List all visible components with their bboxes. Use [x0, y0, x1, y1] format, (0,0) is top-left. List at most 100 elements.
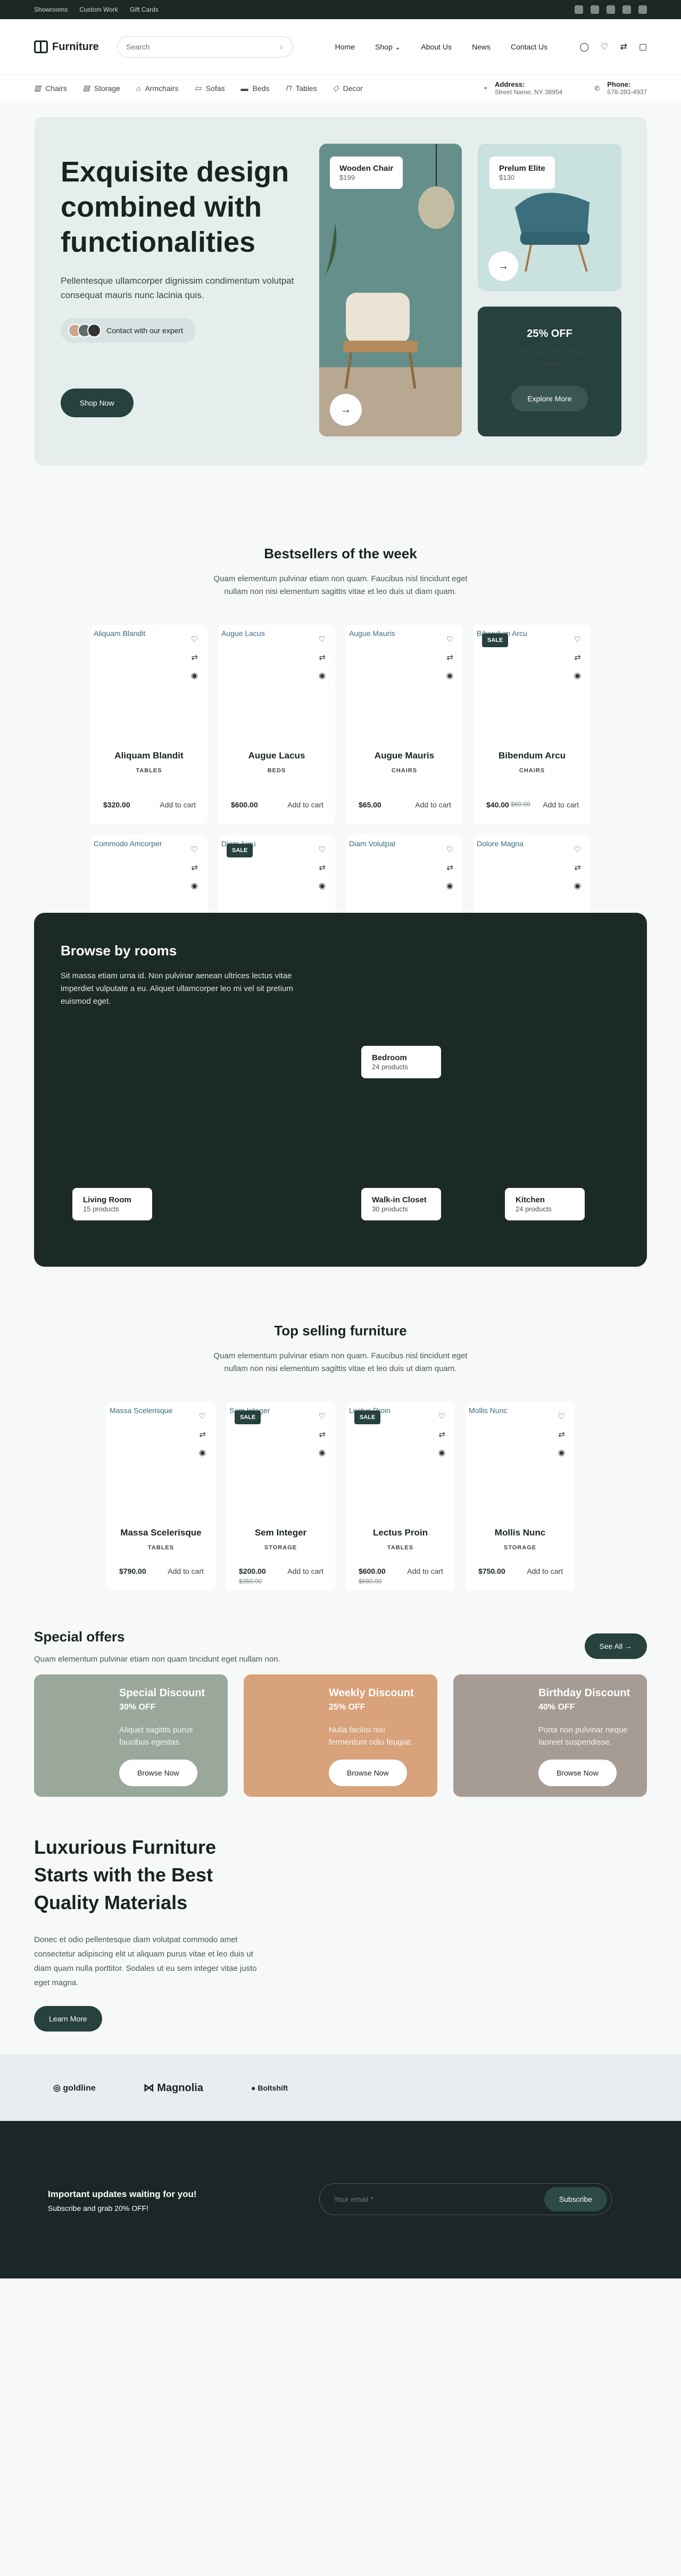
heart-icon[interactable]: ♡	[574, 845, 581, 854]
product-card[interactable]: Aliquam Blandit ♡ ⇄ ◉ Aliquam Blandit TABLES $…	[90, 625, 207, 824]
eye-icon[interactable]: ◉	[446, 671, 453, 680]
heart-icon[interactable]: ♡	[574, 634, 581, 644]
expert-contact[interactable]: Contact with our expert	[61, 318, 196, 343]
eye-icon[interactable]: ◉	[319, 671, 326, 680]
explore-more-button[interactable]: Explore More	[511, 386, 588, 411]
compare-icon[interactable]: ⇄	[319, 653, 326, 662]
heart-icon[interactable]: ♡	[319, 634, 326, 644]
phone-value[interactable]: 578-393-4937	[607, 88, 647, 96]
room-bedroom[interactable]: Bedroom 24 products	[361, 1046, 441, 1078]
room-kitchen[interactable]: Kitchen 24 products	[505, 1188, 585, 1220]
add-to-cart-button[interactable]: Add to cart	[168, 1567, 204, 1575]
heart-icon[interactable]: ♡	[438, 1411, 445, 1421]
add-to-cart-button[interactable]: Add to cart	[287, 800, 323, 809]
pinterest-icon[interactable]	[622, 5, 631, 14]
search-icon[interactable]: ⌕	[279, 43, 284, 52]
compare-icon[interactable]: ⇄	[620, 42, 627, 52]
compare-icon[interactable]: ⇄	[199, 1430, 206, 1439]
search-input[interactable]	[126, 43, 264, 51]
product-image[interactable]	[346, 625, 463, 747]
compare-icon[interactable]: ⇄	[191, 863, 198, 872]
product-card[interactable]: Sem IntegerSALE♡⇄◉Sem IntegerSTORAGE$200…	[226, 1402, 335, 1591]
add-to-cart-button[interactable]: Add to cart	[160, 800, 196, 809]
instagram-icon[interactable]	[591, 5, 599, 14]
see-all-button[interactable]: See All →	[584, 1633, 647, 1659]
heart-icon[interactable]: ♡	[558, 1411, 565, 1421]
product-card[interactable]: Augue Lacus ♡ ⇄ ◉ Augue Lacus BEDS $600.00 Add …	[218, 625, 335, 824]
product-name[interactable]: Sem Integer	[226, 1528, 335, 1538]
custom-work-link[interactable]: Custom Work	[79, 6, 118, 13]
eye-icon[interactable]: ◉	[199, 1448, 206, 1457]
email-field[interactable]	[334, 2195, 525, 2203]
heart-icon[interactable]: ♡	[446, 845, 453, 854]
compare-icon[interactable]: ⇄	[319, 1430, 326, 1439]
heart-icon[interactable]: ♡	[319, 845, 326, 854]
browse-now-button[interactable]: Browse Now	[119, 1760, 197, 1786]
product-card[interactable]: Massa Scelerisque ♡ ⇄ ◉ Massa Scelerisque TAB…	[106, 1402, 215, 1591]
eye-icon[interactable]: ◉	[319, 1448, 326, 1457]
category-decor[interactable]: ◇ Decor	[333, 84, 363, 93]
subscribe-button[interactable]: Subscribe	[544, 2187, 607, 2211]
logo[interactable]: Furniture	[34, 40, 117, 53]
category-sofas[interactable]: ▭ Sofas	[194, 84, 225, 93]
eye-icon[interactable]: ◉	[191, 881, 198, 890]
compare-icon[interactable]: ⇄	[446, 653, 453, 662]
facebook-icon[interactable]	[575, 5, 583, 14]
add-to-cart-button[interactable]: Add to cart	[527, 1567, 563, 1575]
shop-now-button[interactable]: Shop Now	[61, 389, 134, 417]
compare-icon[interactable]: ⇄	[191, 653, 198, 662]
eye-icon[interactable]: ◉	[446, 881, 453, 890]
nav-about[interactable]: About Us	[421, 43, 452, 52]
product-card[interactable]: Lectus ProinSALE♡⇄◉Lectus ProinTABLES$60…	[346, 1402, 455, 1591]
learn-more-button[interactable]: Learn More	[34, 2006, 102, 2032]
add-to-cart-button[interactable]: Add to cart	[407, 1567, 443, 1575]
product-image[interactable]	[218, 625, 335, 747]
heart-icon[interactable]: ♡	[199, 1411, 206, 1421]
heart-icon[interactable]: ♡	[191, 634, 198, 644]
eye-icon[interactable]: ◉	[319, 881, 326, 890]
eye-icon[interactable]: ◉	[574, 671, 581, 680]
category-chairs[interactable]: ▥ Chairs	[34, 84, 67, 93]
showrooms-link[interactable]: Showrooms	[34, 6, 68, 13]
browse-now-button[interactable]: Browse Now	[538, 1760, 617, 1786]
product-name[interactable]: Massa Scelerisque	[106, 1528, 215, 1538]
add-to-cart-button[interactable]: Add to cart	[543, 800, 579, 809]
compare-icon[interactable]: ⇄	[558, 1430, 565, 1439]
user-icon[interactable]: ◯	[579, 42, 589, 52]
gift-cards-link[interactable]: Gift Cards	[130, 6, 159, 13]
nav-shop[interactable]: Shop ⌄	[375, 43, 401, 52]
nav-contact[interactable]: Contact Us	[511, 43, 547, 52]
eye-icon[interactable]: ◉	[558, 1448, 565, 1457]
compare-icon[interactable]: ⇄	[574, 863, 581, 872]
browse-now-button[interactable]: Browse Now	[329, 1760, 407, 1786]
heart-icon[interactable]: ♡	[319, 1411, 326, 1421]
eye-icon[interactable]: ◉	[438, 1448, 445, 1457]
compare-icon[interactable]: ⇄	[438, 1430, 445, 1439]
wooden-chair-card[interactable]: Wooden Chair $199 →	[319, 144, 462, 436]
category-beds[interactable]: ▬ Beds	[241, 84, 270, 93]
heart-icon[interactable]: ♡	[601, 42, 608, 52]
prelum-elite-card[interactable]: Prelum Elite $130 →	[478, 144, 621, 291]
compare-icon[interactable]: ⇄	[446, 863, 453, 872]
add-to-cart-button[interactable]: Add to cart	[287, 1567, 323, 1575]
product-name[interactable]: Mollis Nunc	[466, 1528, 575, 1538]
category-storage[interactable]: ▤ Storage	[83, 84, 120, 93]
category-tables[interactable]: ⊓ Tables	[285, 84, 317, 93]
heart-icon[interactable]: ♡	[446, 634, 453, 644]
product-card[interactable]: Augue Mauris ♡ ⇄ ◉ Augue Mauris CHAIRS $65.00 A…	[346, 625, 463, 824]
arrow-right-icon[interactable]: →	[330, 394, 362, 426]
product-card[interactable]: Bibendum ArcuSALE♡⇄◉Bibendum ArcuCHAIRS$…	[474, 625, 591, 824]
room-closet[interactable]: Walk-in Closet 30 products	[361, 1188, 441, 1220]
eye-icon[interactable]: ◉	[574, 881, 581, 890]
product-image[interactable]	[90, 625, 207, 747]
product-card[interactable]: Mollis Nunc ♡ ⇄ ◉ Mollis Nunc STORAGE $750.00 A…	[466, 1402, 575, 1591]
product-name[interactable]: Augue Lacus	[218, 750, 335, 761]
compare-icon[interactable]: ⇄	[574, 653, 581, 662]
twitter-icon[interactable]	[607, 5, 615, 14]
room-living[interactable]: Living Room 15 products	[72, 1188, 152, 1220]
product-name[interactable]: Bibendum Arcu	[474, 750, 591, 761]
product-name[interactable]: Aliquam Blandit	[90, 750, 207, 761]
product-name[interactable]: Lectus Proin	[346, 1528, 455, 1538]
eye-icon[interactable]: ◉	[191, 671, 198, 680]
nav-news[interactable]: News	[472, 43, 491, 52]
